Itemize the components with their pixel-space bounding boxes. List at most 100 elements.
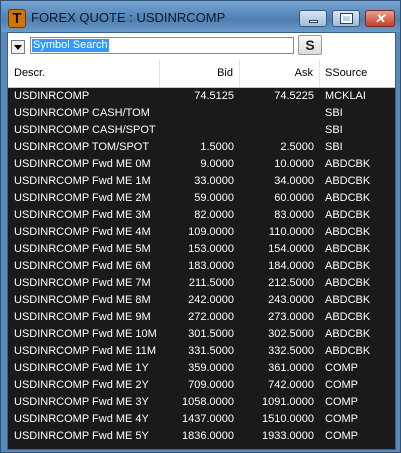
cell-bid: 359.0000 <box>188 362 234 374</box>
table-header: Descr. Bid Ask SSource <box>8 60 395 88</box>
cell-ask: 243.0000 <box>268 294 314 306</box>
title-bar[interactable]: T FOREX QUOTE : USDINRCOMP ✕ <box>1 1 400 32</box>
cell-descr: USDINRCOMP Fwd ME 6M <box>14 260 151 272</box>
cell-ssource: COMP <box>325 362 358 374</box>
cell-descr: USDINRCOMP Fwd ME 2M <box>14 192 151 204</box>
cell-descr: USDINRCOMP Fwd ME 7M <box>14 277 151 289</box>
cell-bid: 183.0000 <box>188 260 234 272</box>
table-row[interactable]: USDINRCOMP 74.5125 74.5225 MCKLAI <box>8 88 395 105</box>
app-logo-icon[interactable]: T <box>8 9 26 28</box>
cell-ask: 2.5000 <box>280 141 314 153</box>
cell-bid: 301.5000 <box>188 328 234 340</box>
table-row[interactable]: USDINRCOMP Fwd ME 4M 109.0000 110.0000 ABDC… <box>8 224 395 241</box>
column-header-ssource[interactable]: SSource <box>320 60 395 87</box>
cell-ask: 74.5225 <box>274 90 314 102</box>
cell-descr: USDINRCOMP Fwd ME 3M <box>14 209 151 221</box>
minimize-button[interactable] <box>299 10 327 27</box>
symbol-search-value: Symbol Search <box>32 39 109 52</box>
table-body: USDINRCOMP 74.5125 74.5225 MCKLAI USDINRCOMP… <box>8 88 395 445</box>
cell-ssource: ABDCBK <box>325 226 371 238</box>
cell-bid: 1058.0000 <box>182 396 234 408</box>
cell-ssource: ABDCBK <box>325 243 371 255</box>
cell-ssource: ABDCBK <box>325 311 371 323</box>
column-header-descr[interactable]: Descr. <box>8 60 160 87</box>
cell-ssource: ABDCBK <box>325 192 371 204</box>
table-row[interactable]: USDINRCOMP Fwd ME 5M 153.0000 154.0000 ABDC… <box>8 241 395 258</box>
cell-descr: USDINRCOMP TOM/SPOT <box>14 141 150 153</box>
table-row[interactable]: USDINRCOMP Fwd ME 5Y 1836.0000 1933.0000 CO… <box>8 428 395 445</box>
table-row[interactable]: USDINRCOMP Fwd ME 2M 59.0000 60.0000 ABDCBK <box>8 190 395 207</box>
cell-bid: 74.5125 <box>194 90 234 102</box>
cell-ssource: COMP <box>325 396 358 408</box>
table-row[interactable]: USDINRCOMP CASH/TOM SBI <box>8 105 395 122</box>
symbol-search-input[interactable]: Symbol Search <box>30 37 294 54</box>
maximize-icon <box>340 13 353 24</box>
cell-ask: 154.0000 <box>268 243 314 255</box>
cell-ssource: SBI <box>325 141 343 153</box>
cell-ask: 332.5000 <box>268 345 314 357</box>
table-row[interactable]: USDINRCOMP Fwd ME 8M 242.0000 243.0000 ABDC… <box>8 292 395 309</box>
cell-ssource: COMP <box>325 430 358 442</box>
table-row[interactable]: USDINRCOMP Fwd ME 0M 9.0000 10.0000 ABDCBK <box>8 156 395 173</box>
table-row[interactable]: USDINRCOMP Fwd ME 11M 331.5000 332.5000 ABD… <box>8 343 395 360</box>
cell-ask: 742.0000 <box>268 379 314 391</box>
cell-bid: 211.5000 <box>188 277 234 289</box>
cell-ask: 184.0000 <box>268 260 314 272</box>
table-row[interactable]: USDINRCOMP TOM/SPOT 1.5000 2.5000 SBI <box>8 139 395 156</box>
cell-ask: 83.0000 <box>274 209 314 221</box>
table-row[interactable]: USDINRCOMP Fwd ME 3Y 1058.0000 1091.0000 CO… <box>8 394 395 411</box>
cell-bid: 109.0000 <box>188 226 234 238</box>
cell-descr: USDINRCOMP Fwd ME 4Y <box>14 413 149 425</box>
table-row[interactable]: USDINRCOMP Fwd ME 3M 82.0000 83.0000 ABDCBK <box>8 207 395 224</box>
table-row[interactable]: USDINRCOMP Fwd ME 2Y 709.0000 742.0000 COMP <box>8 377 395 394</box>
cell-descr: USDINRCOMP CASH/TOM <box>14 107 150 119</box>
cell-ssource: ABDCBK <box>325 175 371 187</box>
cell-ssource: ABDCBK <box>325 328 371 340</box>
cell-bid: 272.0000 <box>188 311 234 323</box>
table-row[interactable]: USDINRCOMP Fwd ME 9M 272.0000 273.0000 ABDC… <box>8 309 395 326</box>
cell-ask: 60.0000 <box>274 192 314 204</box>
cell-ssource: ABDCBK <box>325 260 371 272</box>
cell-ssource: ABDCBK <box>325 158 371 170</box>
cell-bid: 331.5000 <box>188 345 234 357</box>
cell-bid: 153.0000 <box>188 243 234 255</box>
table-row[interactable]: USDINRCOMP CASH/SPOT SBI <box>8 122 395 139</box>
app-logo-letter: T <box>12 10 22 27</box>
cell-ask: 1091.0000 <box>262 396 314 408</box>
cell-ask: 302.5000 <box>268 328 314 340</box>
table-row[interactable]: USDINRCOMP Fwd ME 6M 183.0000 184.0000 ABDC… <box>8 258 395 275</box>
cell-ask: 273.0000 <box>268 311 314 323</box>
window-title: FOREX QUOTE : USDINRCOMP <box>31 10 226 25</box>
column-header-ask[interactable]: Ask <box>240 60 320 87</box>
cell-ssource: ABDCBK <box>325 209 371 221</box>
quote-table: Descr. Bid Ask SSource USDINRCOMP 74.5125… <box>8 60 395 449</box>
table-row[interactable]: USDINRCOMP Fwd ME 1Y 359.0000 361.0000 COMP <box>8 360 395 377</box>
cell-bid: 33.0000 <box>194 175 234 187</box>
table-row[interactable]: USDINRCOMP Fwd ME 7M 211.5000 212.5000 ABDC… <box>8 275 395 292</box>
column-header-bid[interactable]: Bid <box>160 60 240 87</box>
cell-ssource: ABDCBK <box>325 277 371 289</box>
table-row[interactable]: USDINRCOMP Fwd ME 10M 301.5000 302.5000 ABD… <box>8 326 395 343</box>
cell-bid: 9.0000 <box>200 158 234 170</box>
cell-descr: USDINRCOMP Fwd ME 9M <box>14 311 151 323</box>
link-button[interactable]: S <box>298 35 322 55</box>
cell-bid: 1437.0000 <box>182 413 234 425</box>
cell-ssource: ABDCBK <box>325 294 371 306</box>
cell-ask: 1933.0000 <box>262 430 314 442</box>
cell-bid: 1836.0000 <box>182 430 234 442</box>
chevron-down-icon[interactable] <box>11 40 25 54</box>
close-icon: ✕ <box>374 11 386 26</box>
close-button[interactable]: ✕ <box>365 10 395 27</box>
table-row[interactable]: USDINRCOMP Fwd ME 1M 33.0000 34.0000 ABDCBK <box>8 173 395 190</box>
minimize-icon <box>309 20 318 23</box>
cell-descr: USDINRCOMP <box>14 90 90 102</box>
table-row[interactable]: USDINRCOMP Fwd ME 4Y 1437.0000 1510.0000 CO… <box>8 411 395 428</box>
cell-descr: USDINRCOMP Fwd ME 5M <box>14 243 151 255</box>
cell-ask: 212.5000 <box>268 277 314 289</box>
cell-ask <box>240 122 314 139</box>
cell-ask: 34.0000 <box>274 175 314 187</box>
cell-ssource: SBI <box>325 124 343 136</box>
maximize-button[interactable] <box>332 10 360 27</box>
cell-bid: 709.0000 <box>188 379 234 391</box>
forex-quote-window: T FOREX QUOTE : USDINRCOMP ✕ Symbol Sear… <box>0 0 401 453</box>
